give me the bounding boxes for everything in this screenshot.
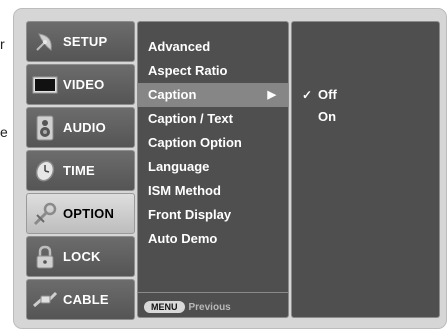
menu-label-audio: AUDIO: [63, 120, 106, 135]
submenu-item-caption[interactable]: Caption ▶: [138, 83, 288, 107]
option-submenu: Advanced Aspect Ratio Caption ▶ Caption …: [137, 21, 289, 318]
menu-label-setup: SETUP: [63, 34, 108, 49]
menu-item-lock[interactable]: LOCK: [26, 236, 135, 277]
check-mark-icon: ✓: [302, 88, 313, 102]
menu-key-badge[interactable]: MENU: [144, 301, 185, 313]
submenu-item-caption-option[interactable]: Caption Option: [138, 131, 288, 155]
submenu-item-ism-method[interactable]: ISM Method: [138, 179, 288, 203]
clock-icon: [27, 150, 63, 191]
option-label-on: On: [318, 109, 337, 124]
satellite-dish-icon: [27, 21, 63, 62]
tools-icon: [27, 193, 63, 234]
submenu-item-auto-demo[interactable]: Auto Demo: [138, 227, 288, 251]
footer-divider: [138, 292, 288, 293]
edge-text-2: e: [0, 124, 8, 140]
submenu-item-aspect-ratio[interactable]: Aspect Ratio: [138, 59, 288, 83]
tv-screen-icon: [27, 64, 63, 105]
submenu-item-front-display[interactable]: Front Display: [138, 203, 288, 227]
caption-options-panel: ✓ Off On: [291, 21, 440, 318]
menu-item-setup[interactable]: SETUP: [26, 21, 135, 62]
menu-item-time[interactable]: TIME: [26, 150, 135, 191]
menu-label-lock: LOCK: [63, 249, 101, 264]
menu-label-time: TIME: [63, 163, 95, 178]
submenu-label-caption: Caption: [148, 87, 197, 102]
edge-text-1: r: [0, 36, 5, 52]
submenu-item-advanced[interactable]: Advanced: [138, 35, 288, 59]
option-off[interactable]: ✓ Off: [292, 84, 439, 106]
submenu-item-language[interactable]: Language: [138, 155, 288, 179]
submenu-item-caption-text[interactable]: Caption / Text: [138, 107, 288, 131]
option-label-off: Off: [318, 87, 337, 102]
previous-hint: Previous: [188, 301, 231, 313]
main-menu: SETUP VIDEO AUDIO TIME OPTION LOCK CABLE: [26, 21, 135, 322]
padlock-icon: [27, 236, 63, 277]
caption-options-list: ✓ Off On: [292, 84, 439, 128]
option-on[interactable]: On: [292, 106, 439, 128]
osd-menu-panel: SETUP VIDEO AUDIO TIME OPTION LOCK CABLE…: [13, 8, 447, 329]
menu-item-audio[interactable]: AUDIO: [26, 107, 135, 148]
submenu-footer: MENU Previous: [144, 299, 231, 315]
cable-plug-icon: [27, 279, 63, 320]
speaker-icon: [27, 107, 63, 148]
menu-item-option[interactable]: OPTION: [26, 193, 135, 234]
menu-label-video: VIDEO: [63, 77, 105, 92]
menu-item-video[interactable]: VIDEO: [26, 64, 135, 105]
menu-item-cable[interactable]: CABLE: [26, 279, 135, 320]
submenu-list: Advanced Aspect Ratio Caption ▶ Caption …: [138, 35, 288, 251]
right-arrow-icon: ▶: [267, 89, 276, 101]
menu-label-cable: CABLE: [63, 292, 109, 307]
menu-label-option: OPTION: [63, 206, 115, 221]
